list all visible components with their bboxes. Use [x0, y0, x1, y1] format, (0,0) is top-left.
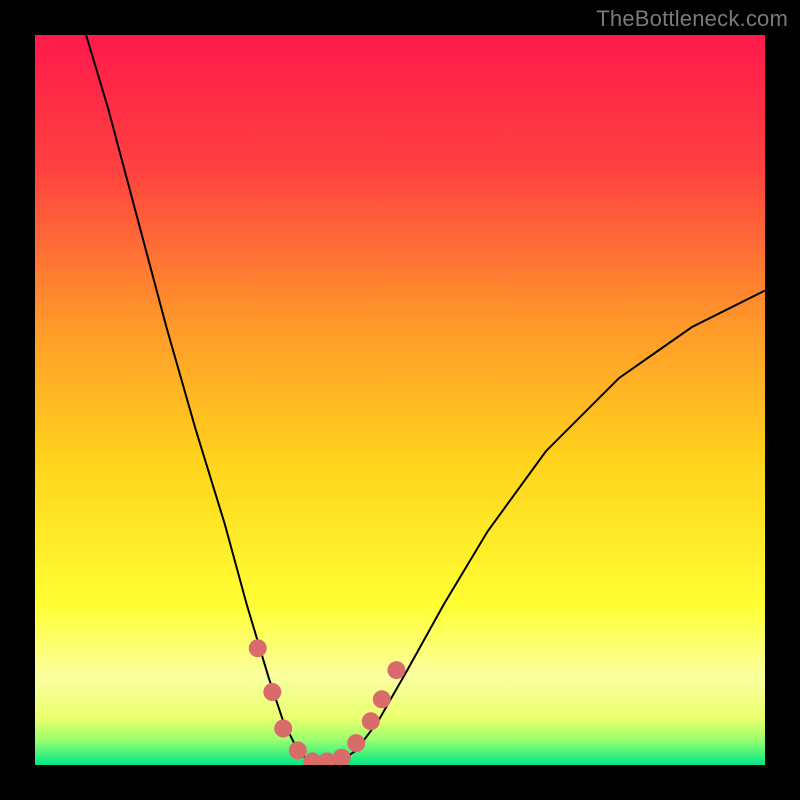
curve-marker — [274, 720, 292, 738]
curve-marker — [373, 690, 391, 708]
curve-marker — [362, 712, 380, 730]
watermark-text: TheBottleneck.com — [596, 6, 788, 32]
curve-marker — [347, 734, 365, 752]
plot-area — [35, 35, 765, 765]
curve-marker — [289, 741, 307, 759]
outer-frame: TheBottleneck.com — [0, 0, 800, 800]
gradient-background — [35, 35, 765, 765]
bottleneck-chart — [35, 35, 765, 765]
curve-marker — [263, 683, 281, 701]
curve-marker — [387, 661, 405, 679]
curve-marker — [249, 639, 267, 657]
